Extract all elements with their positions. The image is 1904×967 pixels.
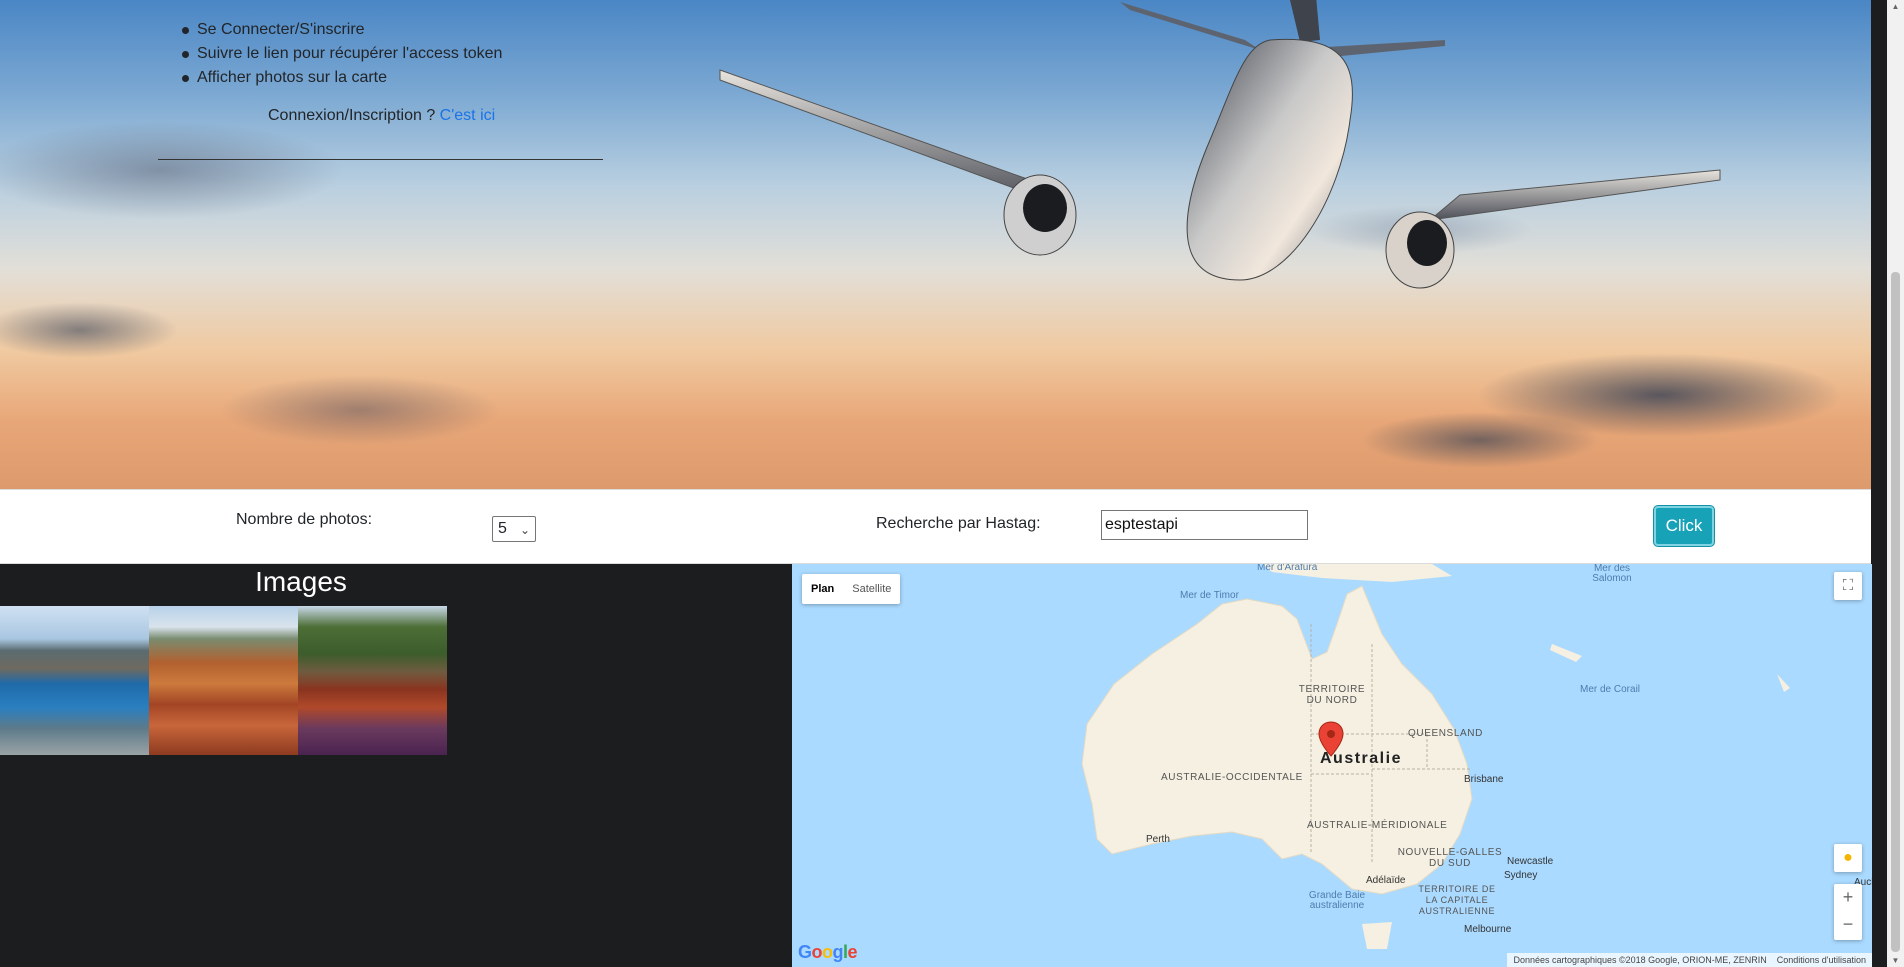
region-label: AUSTRALIE-MÉRIDIONALE	[1307, 820, 1448, 831]
sea-label: Mer de Timor	[1180, 590, 1239, 601]
region-label: TERRITOIRE DE LA CAPITALE AUSTRALIENNE	[1418, 884, 1496, 916]
photo-count-select[interactable]: 5 ⌄	[492, 516, 536, 542]
instruction-step: Afficher photos sur la carte	[160, 66, 610, 90]
hashtag-label: Recherche par Hastag:	[876, 515, 1041, 532]
instruction-step: Suivre le lien pour récupérer l'access t…	[160, 42, 610, 66]
fullscreen-icon[interactable]: ⛶	[1834, 572, 1862, 600]
photo-thumbnail[interactable]	[298, 606, 447, 755]
scrollbar-thumb[interactable]	[1891, 272, 1900, 952]
photo-count-value: 5	[498, 520, 507, 537]
sea-label: Mer des Salomon	[1592, 564, 1632, 584]
zoom-control: + −	[1834, 884, 1862, 940]
images-title: Images	[255, 566, 347, 597]
map-tab-satellite[interactable]: Satellite	[843, 574, 900, 604]
city-label: Adélaïde	[1366, 875, 1406, 886]
map-type-control: Plan Satellite	[802, 574, 901, 604]
zoom-in-button[interactable]: +	[1834, 884, 1862, 911]
region-label: QUEENSLAND	[1408, 728, 1483, 739]
image-gallery	[0, 606, 447, 755]
images-panel: Images	[0, 564, 792, 967]
city-label: Newcastle	[1507, 856, 1554, 867]
sea-label: Grande Baie australienne	[1308, 890, 1366, 911]
instructions-list: Se Connecter/S'inscrire Suivre le lien p…	[160, 18, 610, 90]
hashtag-input[interactable]	[1101, 510, 1308, 540]
city-label: Brisbane	[1464, 774, 1504, 785]
photo-thumbnail[interactable]	[0, 606, 149, 755]
city-label: Sydney	[1504, 870, 1538, 881]
sea-label: Mer de Corail	[1580, 684, 1641, 695]
city-label: Perth	[1146, 834, 1170, 845]
instruction-step: Se Connecter/S'inscrire	[160, 18, 610, 42]
airplane-image	[719, 0, 1721, 289]
divider	[158, 159, 603, 160]
search-form: Nombre de photos: 5 ⌄ Recherche par Hast…	[0, 489, 1871, 564]
scroll-down-arrow-icon[interactable]: ▼	[1887, 956, 1904, 965]
photo-thumbnail[interactable]	[149, 606, 298, 755]
map-marker-icon[interactable]	[1318, 721, 1344, 757]
page-scrollbar[interactable]: ▲ ▼	[1887, 0, 1904, 967]
region-label: NOUVELLE-GALLES DU SUD	[1397, 847, 1503, 869]
attribution-text: Données cartographiques ©2018 Google, OR…	[1513, 955, 1767, 965]
terms-link[interactable]: Conditions d'utilisation	[1777, 955, 1866, 965]
sea-label: Mer d'Arafura	[1257, 564, 1318, 573]
login-prompt: Connexion/Inscription ? C'est ici	[268, 107, 495, 125]
region-label: AUSTRALIE-OCCIDENTALE	[1161, 772, 1303, 783]
map-tab-plan[interactable]: Plan	[802, 574, 843, 604]
photo-count-label: Nombre de photos:	[236, 511, 373, 528]
login-link[interactable]: C'est ici	[440, 107, 496, 124]
street-view-pegman-icon[interactable]: ●	[1834, 844, 1862, 872]
zoom-out-button[interactable]: −	[1834, 911, 1862, 938]
scroll-up-arrow-icon[interactable]: ▲	[1887, 2, 1904, 11]
map-view[interactable]: Plan Satellite ⛶ Mer d'Arafura Mer de Ti…	[792, 564, 1872, 967]
login-prompt-text: Connexion/Inscription ?	[268, 107, 436, 124]
submit-button[interactable]: Click	[1654, 506, 1714, 546]
city-label: Melbourne	[1464, 924, 1512, 935]
map-attribution: Données cartographiques ©2018 Google, OR…	[1507, 953, 1872, 967]
hero-banner: Se Connecter/S'inscrire Suivre le lien p…	[0, 0, 1871, 489]
instructions-block: Se Connecter/S'inscrire Suivre le lien p…	[160, 18, 610, 90]
chevron-down-icon: ⌄	[519, 523, 530, 537]
google-logo: Google	[798, 942, 858, 962]
region-label: TERRITOIRE DU NORD	[1298, 684, 1366, 706]
